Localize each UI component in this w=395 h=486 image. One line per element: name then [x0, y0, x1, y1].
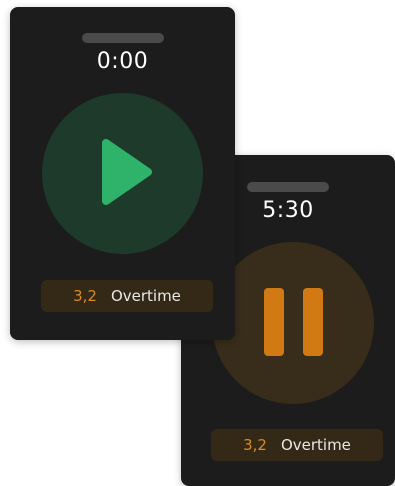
timer-display: 0:00 — [96, 49, 149, 74]
overtime-badge[interactable]: 3,2 Overtime — [41, 280, 213, 312]
play-icon — [102, 139, 152, 205]
drag-handle[interactable] — [247, 182, 329, 192]
pause-icon — [264, 288, 284, 356]
overtime-badge[interactable]: 3,2 Overtime — [211, 429, 383, 461]
play-button[interactable] — [42, 93, 203, 254]
drag-handle[interactable] — [81, 33, 164, 43]
overtime-count: 3,2 — [73, 287, 97, 305]
overtime-count: 3,2 — [243, 436, 267, 454]
timer-cards-stage: 5:30 3,2 Overtime 0:00 3,2 Overtime — [0, 0, 395, 486]
timer-card-stopped: 0:00 3,2 Overtime — [10, 7, 235, 340]
pause-icon-bar — [303, 288, 323, 356]
overtime-label: Overtime — [110, 287, 181, 305]
overtime-label: Overtime — [280, 436, 351, 454]
pause-button[interactable] — [212, 242, 374, 404]
